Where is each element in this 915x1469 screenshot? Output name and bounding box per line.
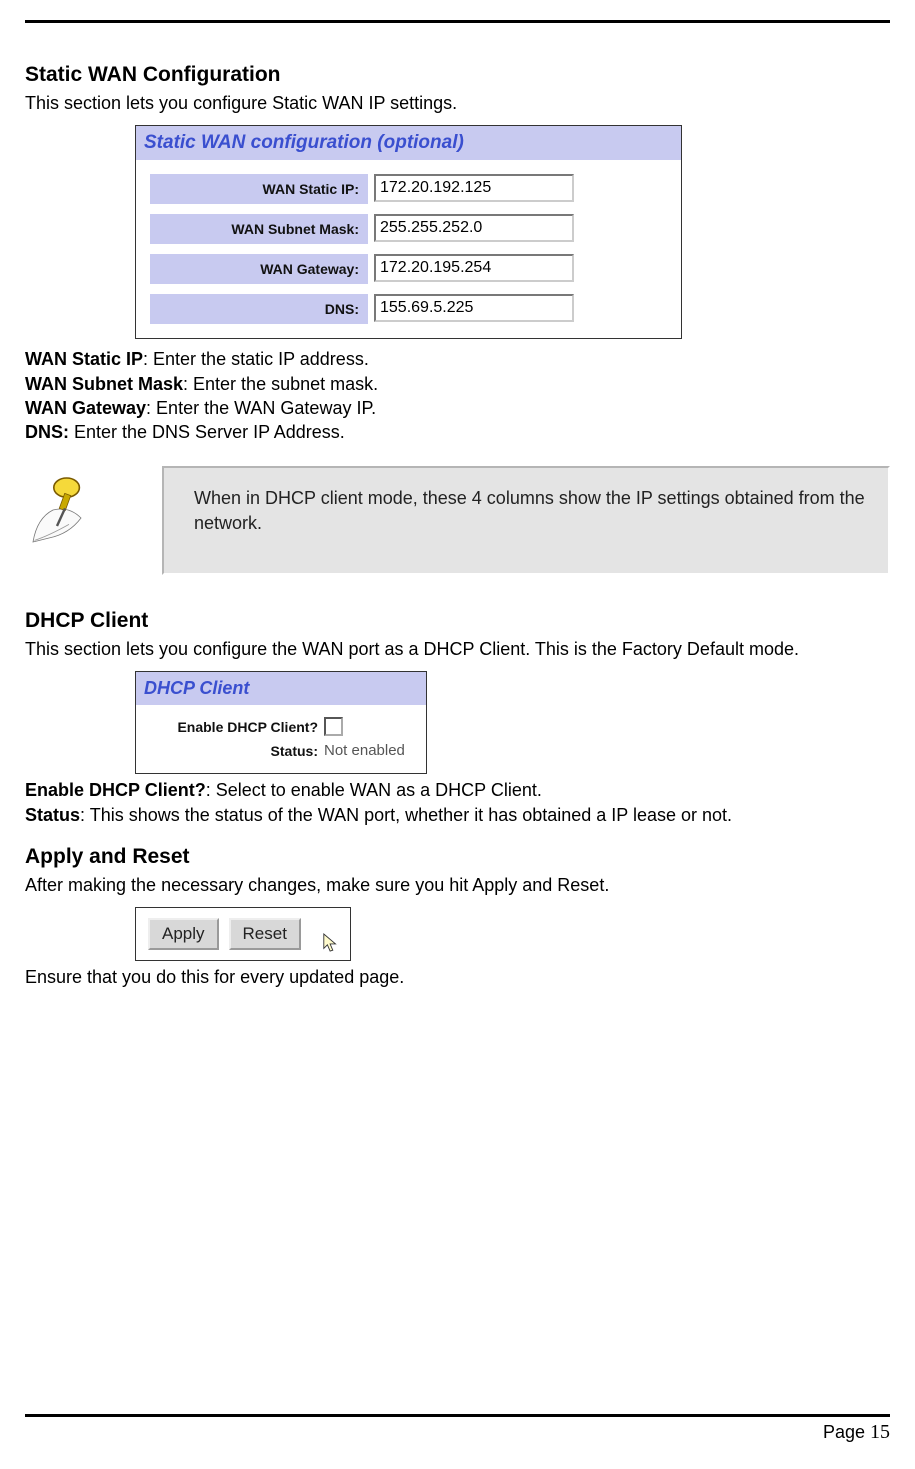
field-row-wan-subnet-mask: WAN Subnet Mask: <box>150 214 667 244</box>
def-wan-gateway: WAN Gateway: Enter the WAN Gateway IP. <box>25 396 890 420</box>
apply-reset-heading: Apply and Reset <box>25 845 890 869</box>
reset-button[interactable]: Reset <box>229 918 301 950</box>
dhcp-client-intro: This section lets you configure the WAN … <box>25 637 890 661</box>
input-wan-static-ip[interactable] <box>374 174 574 202</box>
page-num: 15 <box>870 1421 890 1443</box>
def-wan-gateway-desc: : Enter the WAN Gateway IP. <box>146 398 376 418</box>
input-dns[interactable] <box>374 294 574 322</box>
def-enable-dhcp-desc: : Select to enable WAN as a DHCP Client. <box>206 780 542 800</box>
def-wan-gateway-term: WAN Gateway <box>25 398 146 418</box>
field-row-wan-static-ip: WAN Static IP: <box>150 174 667 204</box>
apply-button[interactable]: Apply <box>148 918 219 950</box>
dhcp-status-row: Status: Not enabled <box>146 742 416 759</box>
def-wan-static-ip-desc: : Enter the static IP address. <box>143 349 369 369</box>
dhcp-client-panel: DHCP Client Enable DHCP Client? Status: … <box>135 671 427 774</box>
note-row: When in DHCP client mode, these 4 column… <box>25 466 890 575</box>
dhcp-client-panel-title: DHCP Client <box>136 672 426 705</box>
page-number: Page 15 <box>25 1421 890 1444</box>
def-wan-subnet-mask-term: WAN Subnet Mask <box>25 374 183 394</box>
mouse-cursor-icon <box>322 932 340 954</box>
def-enable-dhcp-term: Enable DHCP Client? <box>25 780 206 800</box>
dhcp-status-label: Status: <box>146 743 324 759</box>
def-enable-dhcp: Enable DHCP Client?: Select to enable WA… <box>25 778 890 802</box>
dhcp-enable-row: Enable DHCP Client? <box>146 717 416 736</box>
top-rule <box>25 20 890 23</box>
dhcp-status-value: Not enabled <box>324 742 405 759</box>
apply-reset-outro: Ensure that you do this for every update… <box>25 965 890 989</box>
def-status-desc: : This shows the status of the WAN port,… <box>80 805 732 825</box>
static-wan-panel: Static WAN configuration (optional) WAN … <box>135 125 682 339</box>
dhcp-enable-checkbox[interactable] <box>324 717 343 736</box>
label-wan-gateway: WAN Gateway: <box>150 254 368 284</box>
def-dns-term: DNS: <box>25 422 69 442</box>
apply-reset-panel: Apply Reset <box>135 907 351 961</box>
static-wan-intro: This section lets you configure Static W… <box>25 91 890 115</box>
pushpin-note-icon <box>25 466 120 555</box>
page-label: Page <box>823 1422 870 1442</box>
label-wan-subnet-mask: WAN Subnet Mask: <box>150 214 368 244</box>
def-wan-static-ip: WAN Static IP: Enter the static IP addre… <box>25 347 890 371</box>
def-wan-static-ip-term: WAN Static IP <box>25 349 143 369</box>
bottom-rule <box>25 1414 890 1417</box>
dhcp-enable-label: Enable DHCP Client? <box>146 719 324 735</box>
static-wan-heading: Static WAN Configuration <box>25 63 890 87</box>
field-row-dns: DNS: <box>150 294 667 324</box>
apply-reset-intro: After making the necessary changes, make… <box>25 873 890 897</box>
input-wan-subnet-mask[interactable] <box>374 214 574 242</box>
def-wan-subnet-mask: WAN Subnet Mask: Enter the subnet mask. <box>25 372 890 396</box>
static-wan-panel-title: Static WAN configuration (optional) <box>136 126 681 160</box>
field-row-wan-gateway: WAN Gateway: <box>150 254 667 284</box>
def-wan-subnet-mask-desc: : Enter the subnet mask. <box>183 374 378 394</box>
input-wan-gateway[interactable] <box>374 254 574 282</box>
def-dns-desc: Enter the DNS Server IP Address. <box>69 422 345 442</box>
def-status: Status: This shows the status of the WAN… <box>25 803 890 827</box>
dhcp-client-heading: DHCP Client <box>25 609 890 633</box>
note-box: When in DHCP client mode, these 4 column… <box>162 466 890 575</box>
label-dns: DNS: <box>150 294 368 324</box>
def-status-term: Status <box>25 805 80 825</box>
def-dns: DNS: Enter the DNS Server IP Address. <box>25 420 890 444</box>
label-wan-static-ip: WAN Static IP: <box>150 174 368 204</box>
